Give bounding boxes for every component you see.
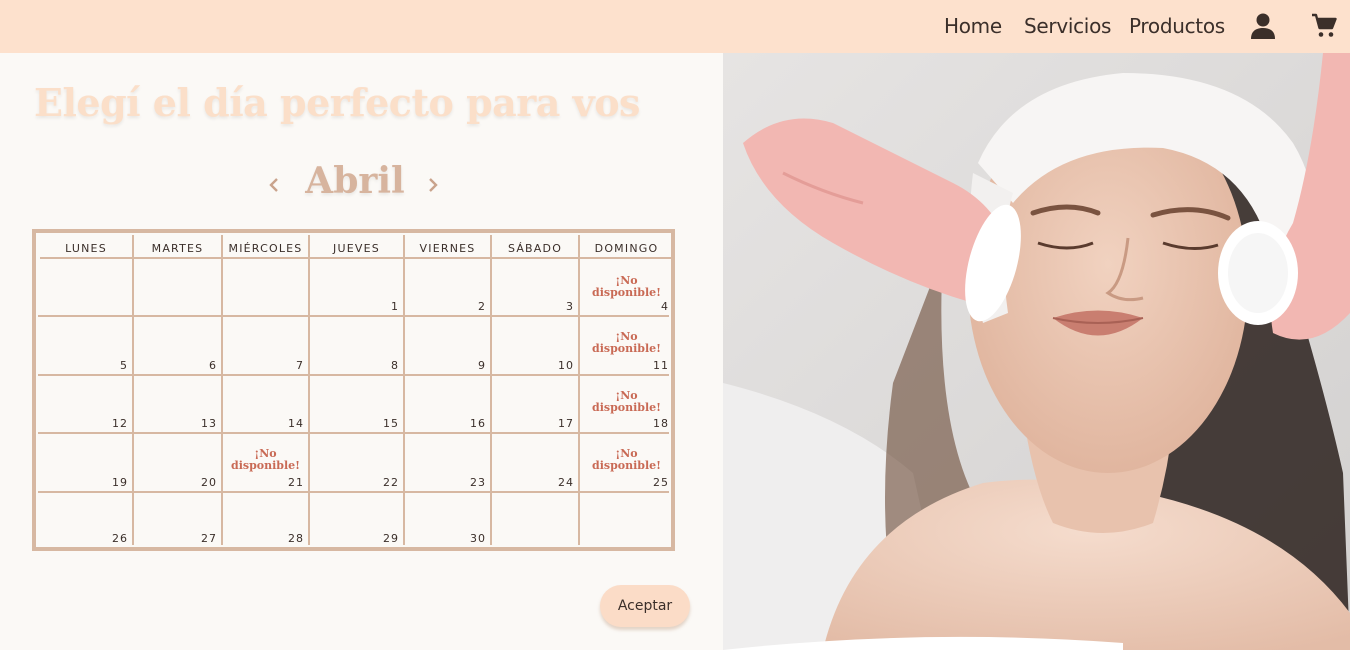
day-number: 6 [209, 359, 217, 372]
user-icon[interactable] [1250, 12, 1276, 40]
calendar-day-2[interactable]: 2 [405, 261, 490, 315]
calendar-day-12[interactable]: 12 [40, 376, 132, 432]
calendar-day-14[interactable]: 14 [223, 376, 308, 432]
day-number: 12 [112, 417, 128, 430]
unavailable-text-line-2: disponible! [592, 342, 661, 355]
weekday-header: DOMINGO [580, 239, 673, 259]
day-number: 18 [653, 417, 669, 430]
calendar-day-16[interactable]: 16 [405, 376, 490, 432]
calendar-day-3[interactable]: 3 [492, 261, 578, 315]
day-number: 30 [470, 532, 486, 545]
calendar-day-27[interactable]: 27 [134, 493, 221, 547]
accept-button[interactable]: Aceptar [600, 585, 690, 627]
day-number: 2 [478, 300, 486, 313]
cart-icon[interactable] [1311, 13, 1337, 39]
weekday-header: MARTES [134, 239, 221, 259]
day-number: 16 [470, 417, 486, 430]
chevron-right-icon[interactable] [427, 176, 439, 194]
calendar-day-7[interactable]: 7 [223, 317, 308, 374]
calendar-day-11[interactable]: ¡No disponible! 11 [580, 317, 673, 374]
unavailable-label: ¡No disponible! [580, 275, 673, 299]
hero-image [723, 53, 1350, 650]
unavailable-label: ¡No disponible! [580, 390, 673, 414]
day-number: 8 [391, 359, 399, 372]
calendar-day-29[interactable]: 29 [310, 493, 403, 547]
calendar-empty-cell [223, 261, 308, 315]
day-number: 26 [112, 532, 128, 545]
unavailable-label: ¡No disponible! [223, 448, 308, 472]
day-number: 7 [296, 359, 304, 372]
day-number: 13 [201, 417, 217, 430]
day-number: 3 [566, 300, 574, 313]
month-label: Abril [305, 160, 405, 202]
calendar-empty-cell [492, 493, 578, 547]
nav-servicios-link[interactable]: Servicios [1024, 14, 1111, 38]
calendar-day-26[interactable]: 26 [40, 493, 132, 547]
calendar-day-19[interactable]: 19 [40, 434, 132, 491]
calendar-day-30[interactable]: 30 [405, 493, 490, 547]
day-number: 11 [653, 359, 669, 372]
calendar-day-17[interactable]: 17 [492, 376, 578, 432]
calendar-day-15[interactable]: 15 [310, 376, 403, 432]
calendar-day-20[interactable]: 20 [134, 434, 221, 491]
calendar-day-23[interactable]: 23 [405, 434, 490, 491]
calendar-day-10[interactable]: 10 [492, 317, 578, 374]
weekday-header: LUNES [40, 239, 132, 259]
calendar-day-21[interactable]: ¡No disponible! 21 [223, 434, 308, 491]
day-number: 17 [558, 417, 574, 430]
calendar-empty-cell [580, 493, 673, 547]
day-number: 1 [391, 300, 399, 313]
day-number: 14 [288, 417, 304, 430]
nav-productos-link[interactable]: Productos [1129, 14, 1225, 38]
day-number: 10 [558, 359, 574, 372]
calendar-day-13[interactable]: 13 [134, 376, 221, 432]
day-number: 9 [478, 359, 486, 372]
unavailable-text-line-2: disponible! [592, 401, 661, 414]
calendar-day-5[interactable]: 5 [40, 317, 132, 374]
unavailable-text-line-2: disponible! [592, 286, 661, 299]
calendar-day-6[interactable]: 6 [134, 317, 221, 374]
weekday-header: MIÉRCOLES [223, 239, 308, 259]
day-number: 29 [383, 532, 399, 545]
day-number: 20 [201, 476, 217, 489]
day-number: 19 [112, 476, 128, 489]
spa-facial-photo [723, 53, 1350, 650]
calendar-empty-cell [134, 261, 221, 315]
unavailable-label: ¡No disponible! [580, 331, 673, 355]
day-number: 4 [661, 300, 669, 313]
unavailable-text-line-2: disponible! [231, 459, 300, 472]
day-number: 23 [470, 476, 486, 489]
day-number: 5 [120, 359, 128, 372]
unavailable-text-line-2: disponible! [592, 459, 661, 472]
calendar-day-25[interactable]: ¡No disponible! 25 [580, 434, 673, 491]
calendar-day-8[interactable]: 8 [310, 317, 403, 374]
calendar-day-18[interactable]: ¡No disponible! 18 [580, 376, 673, 432]
month-navigator: Abril [260, 160, 450, 210]
nav-home-link[interactable]: Home [944, 14, 1002, 38]
day-number: 15 [383, 417, 399, 430]
calendar-day-9[interactable]: 9 [405, 317, 490, 374]
calendar-day-1[interactable]: 1 [310, 261, 403, 315]
calendar-grid: LUNES MARTES MIÉRCOLES JUEVES VIERNES SÁBADO D… [32, 229, 675, 551]
day-number: 21 [288, 476, 304, 489]
weekday-header: SÁBADO [492, 239, 578, 259]
calendar-day-4[interactable]: ¡No disponible! 4 [580, 261, 673, 315]
day-number: 27 [201, 532, 217, 545]
top-navbar: Home Servicios Productos [0, 0, 1350, 53]
chevron-left-icon[interactable] [268, 176, 280, 194]
calendar-empty-cell [40, 261, 132, 315]
calendar-day-28[interactable]: 28 [223, 493, 308, 547]
calendar-day-22[interactable]: 22 [310, 434, 403, 491]
weekday-header: VIERNES [405, 239, 490, 259]
unavailable-label: ¡No disponible! [580, 448, 673, 472]
page-title: Elegí el día perfecto para vos [34, 80, 640, 125]
calendar-day-24[interactable]: 24 [492, 434, 578, 491]
day-number: 24 [558, 476, 574, 489]
day-number: 22 [383, 476, 399, 489]
day-number: 25 [653, 476, 669, 489]
day-number: 28 [288, 532, 304, 545]
weekday-header: JUEVES [310, 239, 403, 259]
